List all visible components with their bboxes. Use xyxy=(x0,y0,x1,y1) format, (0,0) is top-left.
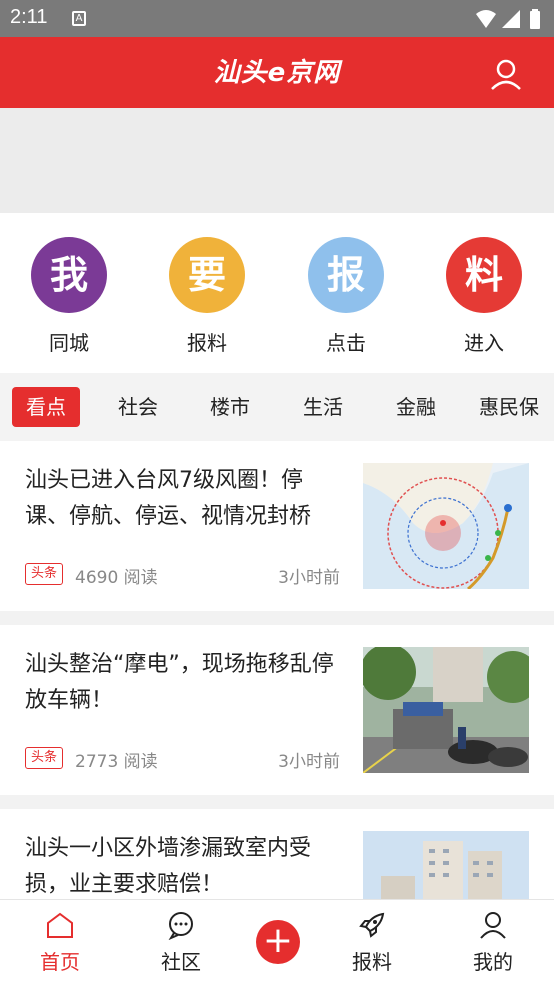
read-count: 4690 阅读 xyxy=(75,568,158,588)
headline-badge: 头条 xyxy=(25,747,63,769)
battery-icon xyxy=(530,11,540,29)
nav-community-label: 社区 xyxy=(161,950,201,974)
bottom-nav: 首页 社区 + 报料 我的 xyxy=(0,899,554,984)
news-feed: 汕头已进入台风7级风圈！停课、停航、停运、视情况封桥 头条 4690 阅读 3小… xyxy=(0,441,554,899)
status-icons xyxy=(476,9,540,29)
quick-action-jinru[interactable]: 料 进入 xyxy=(429,237,539,357)
tab-loushi[interactable]: 楼市 xyxy=(200,387,260,427)
nav-report[interactable]: 报料 xyxy=(327,910,417,980)
quick-action-circle: 要 xyxy=(169,237,245,313)
read-count: 2773 阅读 xyxy=(75,752,158,772)
nav-profile[interactable]: 我的 xyxy=(448,910,538,980)
publish-time: 3小时前 xyxy=(278,752,340,772)
plus-icon[interactable]: + xyxy=(256,920,300,964)
news-title: 汕头一小区外墙渗漏致室内受损，业主要求赔偿！ xyxy=(25,836,312,897)
chat-icon xyxy=(168,912,193,940)
news-card[interactable]: 汕头一小区外墙渗漏致室内受损，业主要求赔偿！ xyxy=(0,809,554,899)
app-header: 汕头e京网 xyxy=(0,37,554,108)
nav-community[interactable]: 社区 xyxy=(136,910,226,980)
news-title: 汕头整治“摩电”，现场拖移乱停放车辆！ xyxy=(25,652,334,713)
quick-action-baoliao[interactable]: 要 报料 xyxy=(152,237,262,357)
publish-time: 3小时前 xyxy=(278,568,340,588)
quick-action-circle: 料 xyxy=(446,237,522,313)
nav-home[interactable]: 首页 xyxy=(15,910,105,980)
news-card[interactable]: 汕头整治“摩电”，现场拖移乱停放车辆！ 头条 2773 阅读 3小时前 xyxy=(0,625,554,795)
rocket-icon xyxy=(359,912,385,938)
status-bar: 2:11 A xyxy=(0,0,554,37)
quick-action-label: 同城 xyxy=(49,331,89,355)
tab-shehui[interactable]: 社会 xyxy=(108,387,168,427)
user-icon[interactable] xyxy=(488,57,524,93)
app-logo: 汕头e京网 xyxy=(213,58,341,88)
street-scooters-image xyxy=(363,647,529,773)
quick-action-tongcheng[interactable]: 我 同城 xyxy=(14,237,124,357)
tab-kandian[interactable]: 看点 xyxy=(12,387,80,427)
headline-badge: 头条 xyxy=(25,563,63,585)
quick-action-label: 进入 xyxy=(464,331,504,355)
news-meta: 头条 2773 阅读 3小时前 xyxy=(25,747,340,772)
quick-action-label: 点击 xyxy=(326,331,366,355)
quick-action-circle: 报 xyxy=(308,237,384,313)
apartment-buildings-image xyxy=(363,831,529,899)
banner-area[interactable] xyxy=(0,108,554,213)
tab-huiminbao[interactable]: 惠民保 xyxy=(474,387,544,427)
nav-report-label: 报料 xyxy=(352,950,392,974)
quick-action-dianji[interactable]: 报 点击 xyxy=(291,237,401,357)
quick-actions: 我 同城 要 报料 报 点击 料 进入 xyxy=(0,213,554,373)
nav-home-label: 首页 xyxy=(40,950,80,974)
user-icon xyxy=(480,912,506,939)
news-card[interactable]: 汕头已进入台风7级风圈！停课、停航、停运、视情况封桥 头条 4690 阅读 3小… xyxy=(0,441,554,611)
wifi-icon xyxy=(476,10,496,28)
tab-jinrong[interactable]: 金融 xyxy=(386,387,446,427)
tab-shenghuo[interactable]: 生活 xyxy=(293,387,353,427)
typhoon-map-image xyxy=(363,463,529,589)
news-meta: 头条 4690 阅读 3小时前 xyxy=(25,563,340,588)
notification-a-icon: A xyxy=(72,11,86,26)
signal-icon xyxy=(502,10,520,28)
nav-profile-label: 我的 xyxy=(473,950,513,974)
quick-action-circle: 我 xyxy=(31,237,107,313)
home-icon xyxy=(47,912,73,938)
status-time: 2:11 xyxy=(10,6,48,28)
news-title: 汕头已进入台风7级风圈！停课、停航、停运、视情况封桥 xyxy=(25,468,312,529)
category-tabs: 看点 社会 楼市 生活 金融 惠民保 xyxy=(0,373,554,441)
quick-action-label: 报料 xyxy=(187,331,227,355)
